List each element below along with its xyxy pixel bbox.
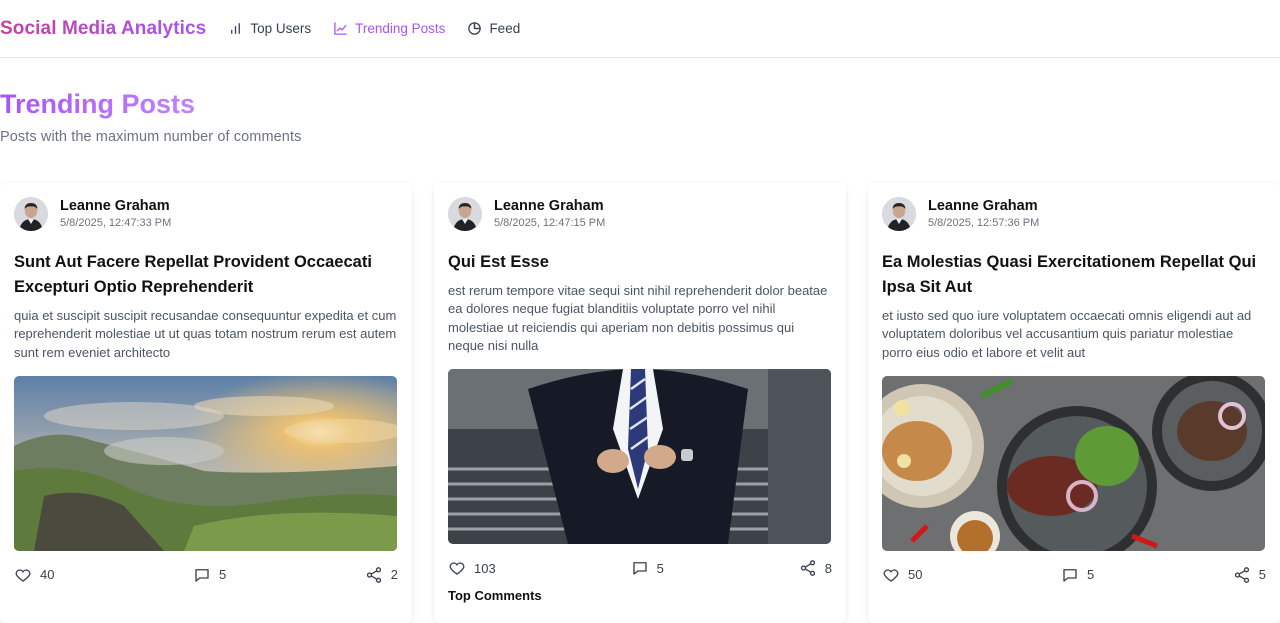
author-name[interactable]: Leanne Graham xyxy=(60,198,171,215)
like-count: 103 xyxy=(474,560,496,576)
share-button[interactable]: 2 xyxy=(365,566,398,584)
post-stats: 50 5 5 xyxy=(882,566,1266,584)
share-count: 5 xyxy=(1258,567,1266,583)
share-count: 2 xyxy=(390,567,398,583)
nav-top-users-label: Top Users xyxy=(250,21,312,36)
brand-title[interactable]: Social Media Analytics xyxy=(0,18,206,40)
nav-feed-label: Feed xyxy=(489,21,521,36)
post-author: Leanne Graham 5/8/2025, 12:47:15 PM xyxy=(448,197,832,231)
share-icon xyxy=(366,567,381,583)
share-button[interactable]: 5 xyxy=(1233,566,1266,584)
comment-icon xyxy=(632,562,647,575)
businessman-photo[interactable] xyxy=(448,369,831,545)
share-button[interactable]: 8 xyxy=(799,559,832,577)
page-title: Trending Posts xyxy=(0,86,195,122)
share-icon xyxy=(1234,567,1249,583)
comment-button[interactable]: 5 xyxy=(193,566,226,584)
comment-icon xyxy=(195,568,209,582)
post-body: et iusto sed quo iure voluptatem occaeca… xyxy=(882,308,1252,360)
comment-count: 5 xyxy=(656,560,664,576)
avatar xyxy=(882,197,916,231)
post-body: quia et suscipit suscipit recusandae con… xyxy=(14,308,397,360)
post-timestamp: 5/8/2025, 12:47:15 PM xyxy=(494,217,606,229)
avatar xyxy=(448,197,482,231)
comment-icon xyxy=(1063,568,1077,582)
nav-feed[interactable]: Feed xyxy=(467,21,520,36)
like-count: 40 xyxy=(40,567,55,583)
post-author: Leanne Graham 5/8/2025, 12:57:36 PM xyxy=(882,197,1266,231)
post-title[interactable]: Sunt Aut Facere Repellat Provident Occae… xyxy=(14,250,398,300)
food-photo[interactable] xyxy=(882,375,1265,551)
landscape-photo[interactable] xyxy=(14,375,397,551)
top-comments-heading: Top Comments xyxy=(448,588,542,604)
page-subtitle: Posts with the maximum number of comment… xyxy=(0,129,302,145)
line-chart-icon xyxy=(334,22,347,35)
avatar xyxy=(14,197,48,231)
heart-icon xyxy=(449,562,465,575)
post-author: Leanne Graham 5/8/2025, 12:47:33 PM xyxy=(14,197,398,231)
post-title[interactable]: Ea Molestias Quasi Exercitationem Repell… xyxy=(882,250,1266,300)
top-navbar: Social Media Analytics Top Users Trendin… xyxy=(0,0,1280,58)
share-count: 8 xyxy=(824,560,832,576)
post-card: Leanne Graham 5/8/2025, 12:47:15 PM Qui … xyxy=(434,183,846,623)
comment-count: 5 xyxy=(1087,567,1095,583)
like-count: 50 xyxy=(908,567,923,583)
post-card: Leanne Graham 5/8/2025, 12:57:36 PM Ea M… xyxy=(868,183,1280,623)
comment-button[interactable]: 5 xyxy=(1061,566,1094,584)
bar-chart-icon xyxy=(231,23,241,34)
post-timestamp: 5/8/2025, 12:57:36 PM xyxy=(928,217,1040,229)
heart-icon xyxy=(15,569,31,582)
heart-icon xyxy=(883,569,899,582)
comment-button[interactable]: 5 xyxy=(631,559,664,577)
post-stats: 40 5 2 xyxy=(14,566,398,584)
post-stats: 103 5 8 xyxy=(448,559,832,577)
comment-count: 5 xyxy=(219,567,227,583)
nav-trending-posts-label: Trending Posts xyxy=(355,21,446,36)
like-button[interactable]: 103 xyxy=(448,559,496,577)
post-timestamp: 5/8/2025, 12:47:33 PM xyxy=(60,217,172,229)
like-button[interactable]: 50 xyxy=(882,566,922,584)
post-body: est rerum tempore vitae sequi sint nihil… xyxy=(448,283,828,353)
post-title[interactable]: Qui Est Esse xyxy=(448,250,832,275)
nav-top-users[interactable]: Top Users xyxy=(228,21,311,36)
like-button[interactable]: 40 xyxy=(14,566,54,584)
author-name[interactable]: Leanne Graham xyxy=(928,198,1039,215)
post-card: Leanne Graham 5/8/2025, 12:47:33 PM Sunt… xyxy=(0,183,412,623)
nav-trending-posts[interactable]: Trending Posts xyxy=(333,21,445,36)
author-name[interactable]: Leanne Graham xyxy=(494,198,605,215)
pie-chart-icon xyxy=(468,22,482,35)
share-icon xyxy=(800,560,815,577)
